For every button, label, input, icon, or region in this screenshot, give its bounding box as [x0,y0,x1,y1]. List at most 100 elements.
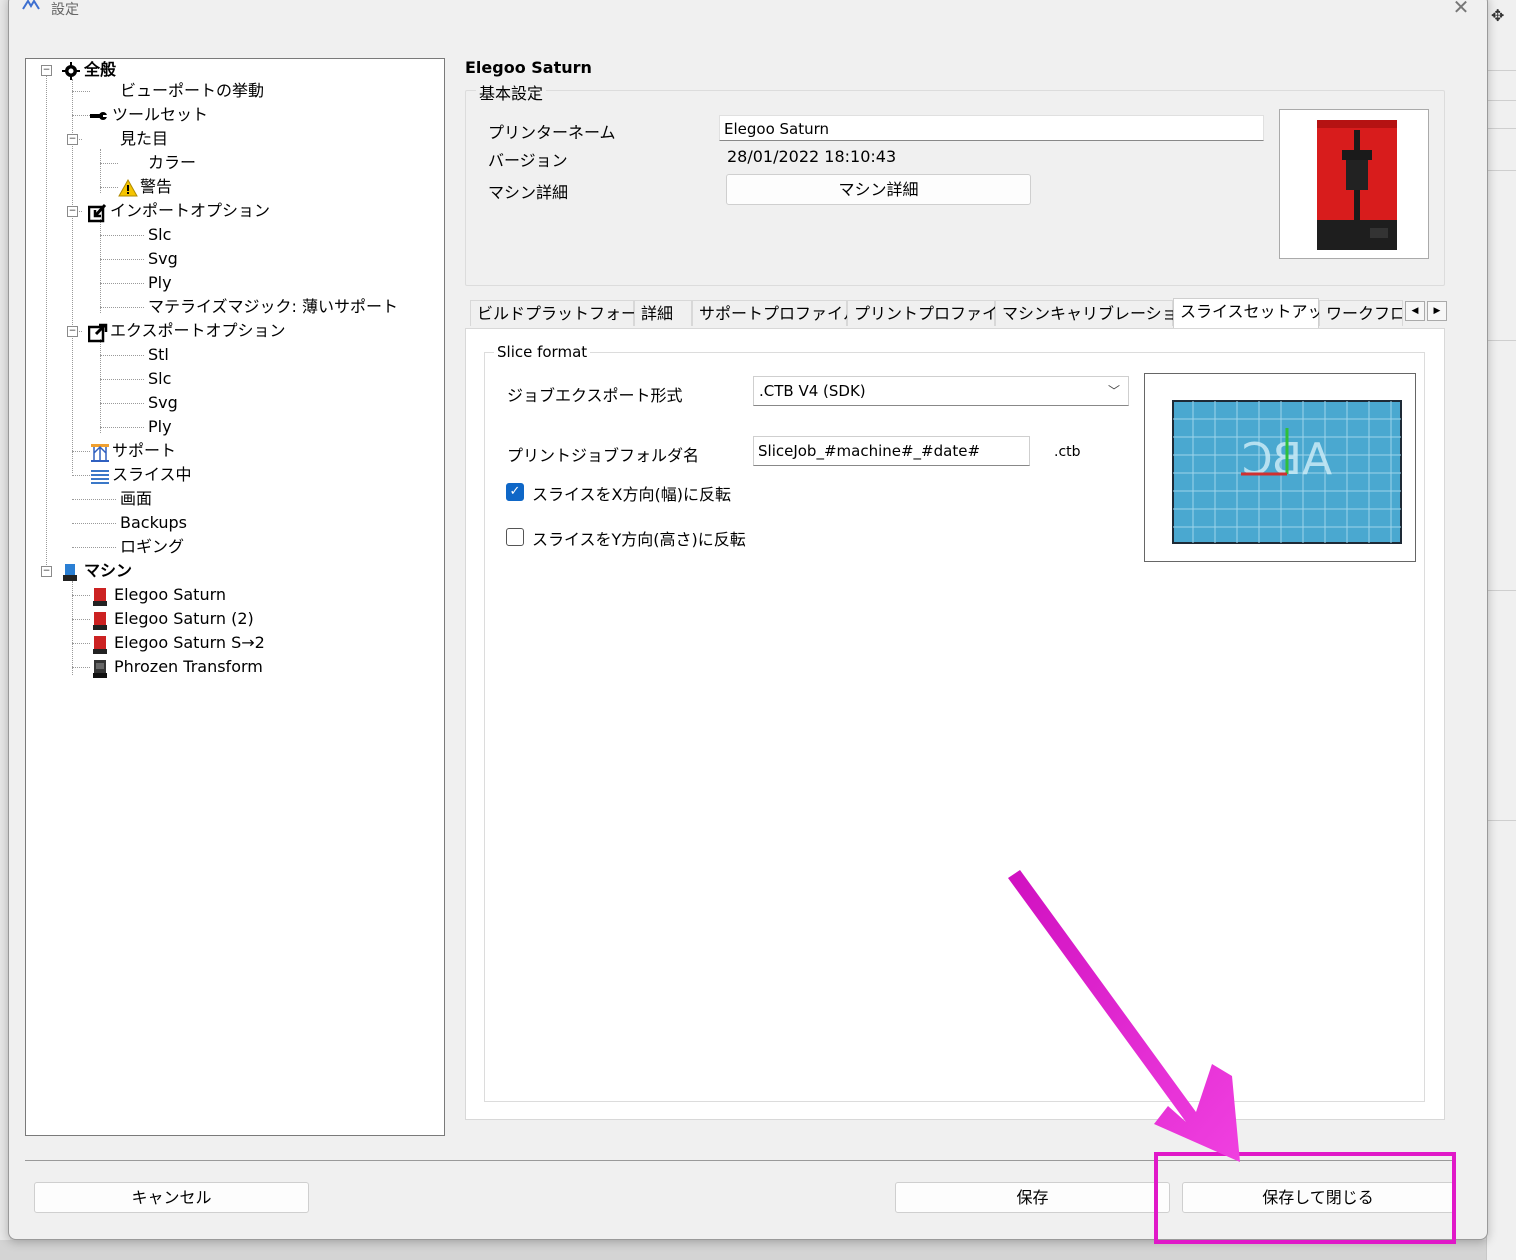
tree-item-import-ply[interactable]: Ply [148,272,172,294]
tree-label: Svg [148,249,178,268]
chevron-down-icon: ﹀ [1107,384,1120,398]
tab-scroll-left-icon[interactable]: ◀ [1405,301,1425,321]
tree-item-backups[interactable]: Backups [120,512,187,534]
expand-import-toggle[interactable]: − [67,206,78,217]
tree-label: スライス中 [112,465,192,484]
tree-item-export-svg[interactable]: Svg [148,392,178,414]
tree-label: マテライズマジック: 薄いサポート [148,297,398,316]
tree-label: Ply [148,417,172,436]
version-value: 28/01/2022 18:10:43 [727,147,897,166]
tree-label: Slc [148,369,172,388]
tree-item-toolset[interactable]: ツールセット [90,104,208,126]
move-icon: ✥ [1491,6,1505,25]
wrench-icon [90,107,108,125]
background-right-app: ✥ [1486,0,1516,1260]
tree-label: 全般 [84,60,117,79]
settings-tree: − − − − − 全般 ビューポートの挙動 ツールセット 見た目 カラー 警告… [25,58,445,1136]
tree-label: ツールセット [112,105,209,124]
expand-machines-toggle[interactable]: − [41,566,52,577]
slices-icon [90,467,109,485]
tree-label: カラー [148,153,197,172]
printer-icon [92,611,110,630]
printer-title: Elegoo Saturn [465,58,592,77]
machine-detail-button[interactable]: マシン詳細 [726,174,1031,205]
support-icon [90,443,109,462]
tree-item-support[interactable]: サポート [90,440,176,462]
flip-x-checkbox[interactable]: ✓ [506,483,524,501]
basic-settings-label: 基本設定 [476,80,547,104]
expand-general-toggle[interactable]: − [41,65,52,76]
tree-item-warning[interactable]: 警告 [118,176,172,198]
export-format-label: ジョブエクスポート形式 [507,386,683,405]
machine-detail-label: マシン詳細 [488,183,569,202]
printer-icon [92,659,110,678]
title-bar: 設定 ✕ [9,0,1487,21]
flip-y-checkbox[interactable] [506,528,524,546]
tree-label: Phrozen Transform [114,657,263,676]
tab-print-profile[interactable]: プリントプロファイル [847,300,1014,326]
save-button[interactable]: 保存 [895,1182,1170,1213]
tree-item-machine[interactable]: Elegoo Saturn S→2 [92,632,265,654]
tree-item-machine[interactable]: Elegoo Saturn (2) [92,608,254,630]
export-format-value: .CTB V4 (SDK) [759,382,866,400]
tree-item-viewport[interactable]: ビューポートの挙動 [120,80,264,102]
tree-item-color[interactable]: カラー [148,152,196,174]
tree-label: Elegoo Saturn [114,585,227,604]
tree-label: Elegoo Saturn S→2 [114,633,265,652]
tab-build-platform[interactable]: ビルドプラットフォーム [470,300,653,326]
printer-name-input[interactable]: Elegoo Saturn [719,115,1264,141]
tree-item-screen[interactable]: 画面 [120,488,152,510]
job-folder-input[interactable]: SliceJob_#machine#_#date# [753,436,1030,466]
tree-item-export-ply[interactable]: Ply [148,416,172,438]
tree-label: ビューポートの挙動 [120,81,265,100]
file-extension-label: .ctb [1054,444,1081,460]
flip-x-label: スライスをX方向(幅)に反転 [532,485,731,504]
tree-item-slicing[interactable]: スライス中 [90,464,192,486]
tab-slice-setup[interactable]: スライスセットアップ [1173,298,1340,328]
tree-label: 見た目 [120,129,169,148]
tree-item-export-options[interactable]: エクスポートオプション [87,320,286,342]
tab-machine-calibration[interactable]: マシンキャリブレーション [995,300,1194,326]
tree-item-import-slc[interactable]: Slc [148,224,171,246]
app-logo-icon [21,0,41,13]
tree-item-import-options[interactable]: インポートオプション [87,200,270,222]
tree-item-export-slc[interactable]: Slc [148,368,171,390]
tree-label: マシン [84,561,133,580]
machine-icon [62,563,80,581]
tree-item-appearance[interactable]: 見た目 [120,128,168,150]
printer-name-label: プリンターネーム [488,123,616,142]
tree-item-machines[interactable]: マシン [62,560,132,582]
printer-image [1279,109,1429,259]
expand-export-toggle[interactable]: − [67,326,78,337]
window-title: 設定 [51,2,79,18]
printer-icon [92,587,110,606]
slice-preview: ABC [1144,373,1416,562]
tab-workflow[interactable]: ワークフロー [1319,300,1403,326]
flip-y-label: スライスをY方向(高さ)に反転 [532,530,746,549]
tab-scroll-right-icon[interactable]: ▶ [1427,301,1447,321]
job-folder-label: プリントジョブフォルダ名 [507,446,700,465]
tree-label: Ply [148,273,172,292]
tab-details[interactable]: 詳細 [634,300,692,326]
version-label: バージョン [488,151,568,170]
slice-format-label: Slice format [494,343,591,361]
cancel-button[interactable]: キャンセル [34,1182,309,1213]
tree-item-materialise[interactable]: マテライズマジック: 薄いサポート [148,296,398,318]
export-format-select[interactable]: .CTB V4 (SDK) ﹀ [753,376,1129,406]
tree-label: 警告 [140,177,173,196]
close-button[interactable]: ✕ [1449,0,1473,19]
expand-appearance-toggle[interactable]: − [67,134,78,145]
tree-item-logging[interactable]: ロギング [120,536,184,558]
tree-label: サポート [112,441,177,460]
tree-item-general[interactable]: 全般 [62,59,116,81]
tree-item-import-svg[interactable]: Svg [148,248,178,270]
tree-label: Backups [120,513,187,532]
gear-icon [62,61,80,80]
tree-item-machine[interactable]: Phrozen Transform [92,656,263,678]
tree-item-export-stl[interactable]: Stl [148,344,169,366]
export-icon [87,323,108,342]
tab-support-profile[interactable]: サポートプロファイル [692,300,859,326]
tree-label: Elegoo Saturn (2) [114,609,254,628]
tree-item-machine[interactable]: Elegoo Saturn [92,584,226,606]
tree-label: 画面 [120,489,153,508]
